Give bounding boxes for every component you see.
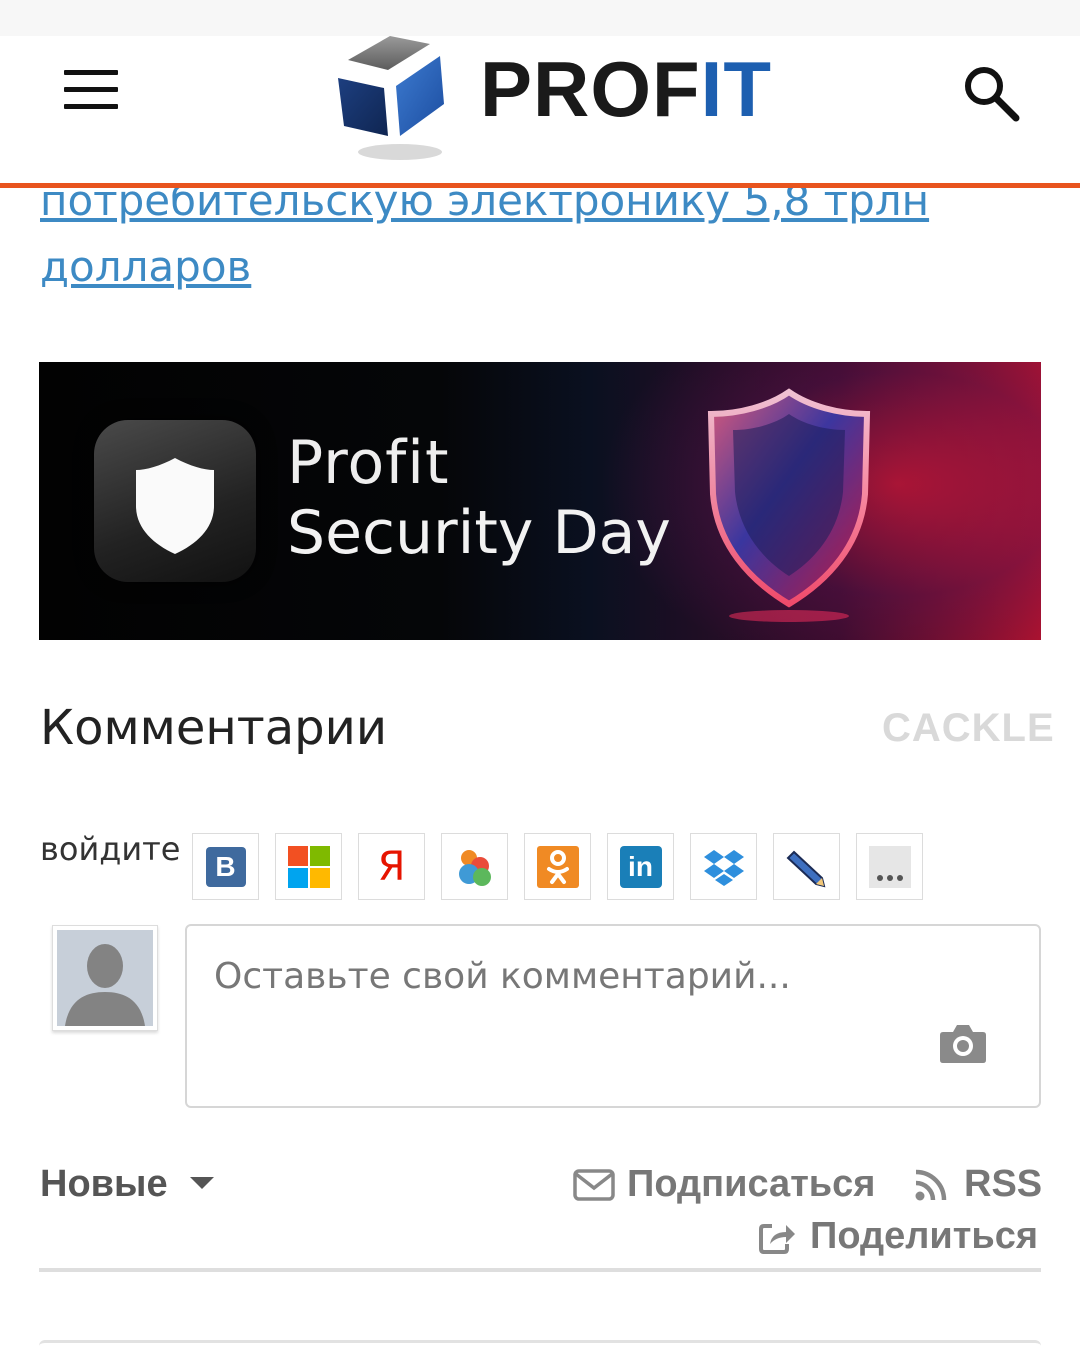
share-label: Поделиться bbox=[810, 1215, 1039, 1257]
more-icon bbox=[868, 845, 911, 888]
next-section-edge bbox=[39, 1340, 1041, 1347]
envelope-icon bbox=[573, 1168, 615, 1201]
dropbox-icon bbox=[703, 846, 745, 888]
mail-agent-icon bbox=[454, 846, 496, 888]
camera-icon[interactable] bbox=[939, 1022, 987, 1064]
header-accent-line bbox=[0, 183, 1080, 188]
sort-label: Новые bbox=[40, 1163, 168, 1205]
login-more-button[interactable] bbox=[856, 833, 923, 900]
yandex-icon: Я bbox=[377, 843, 406, 890]
subscribe-link[interactable]: Подписаться bbox=[573, 1163, 875, 1206]
login-odnoklassniki-button[interactable] bbox=[524, 833, 591, 900]
vk-icon: B bbox=[205, 846, 246, 887]
logo-text-it: IT bbox=[700, 45, 772, 133]
logo-wordmark: PROFIT bbox=[480, 50, 772, 128]
rss-link[interactable]: RSS bbox=[914, 1163, 1042, 1206]
linkedin-icon: in bbox=[619, 845, 662, 888]
logo-cube-icon bbox=[338, 36, 444, 160]
share-link[interactable]: Поделиться bbox=[758, 1215, 1038, 1258]
caret-down-icon bbox=[189, 1176, 214, 1189]
site-logo[interactable]: PROFIT bbox=[330, 30, 771, 165]
odnoklassniki-icon bbox=[536, 845, 579, 888]
comments-divider bbox=[39, 1268, 1041, 1272]
login-microsoft-button[interactable] bbox=[275, 833, 342, 900]
subscribe-label: Подписаться bbox=[627, 1163, 876, 1205]
login-mail-button[interactable] bbox=[441, 833, 508, 900]
login-livejournal-button[interactable] bbox=[773, 833, 840, 900]
shield-badge-icon bbox=[94, 420, 256, 582]
search-icon[interactable] bbox=[960, 62, 1022, 124]
login-providers: B Я in bbox=[192, 833, 939, 900]
pencil-icon bbox=[786, 846, 828, 888]
sort-dropdown[interactable]: Новые bbox=[40, 1163, 214, 1206]
comment-input[interactable]: Оставьте свой комментарий... bbox=[185, 924, 1041, 1108]
crystal-shield-icon bbox=[689, 384, 889, 624]
hamburger-menu-icon[interactable] bbox=[58, 70, 124, 116]
login-yandex-button[interactable]: Я bbox=[358, 833, 425, 900]
cackle-brand-link[interactable]: CACKLE bbox=[882, 706, 1055, 751]
banner-title-line2: Security Day bbox=[287, 498, 671, 568]
login-prompt: войдите bbox=[40, 830, 181, 868]
rss-icon bbox=[915, 1169, 947, 1200]
microsoft-icon bbox=[287, 845, 330, 888]
promo-banner[interactable]: Profit Security Day bbox=[39, 362, 1041, 640]
login-vk-button[interactable]: B bbox=[192, 833, 259, 900]
share-icon bbox=[759, 1223, 795, 1254]
site-header: PROFIT bbox=[0, 0, 1080, 188]
avatar bbox=[52, 925, 158, 1031]
comment-placeholder: Оставьте свой комментарий... bbox=[214, 956, 791, 997]
login-dropbox-button[interactable] bbox=[690, 833, 757, 900]
rss-label: RSS bbox=[964, 1163, 1043, 1205]
banner-title-line1: Profit bbox=[287, 428, 450, 498]
default-user-icon bbox=[57, 930, 153, 1026]
comments-heading: Комментарии bbox=[40, 700, 388, 756]
logo-text-prof: PROF bbox=[480, 45, 701, 133]
login-linkedin-button[interactable]: in bbox=[607, 833, 674, 900]
